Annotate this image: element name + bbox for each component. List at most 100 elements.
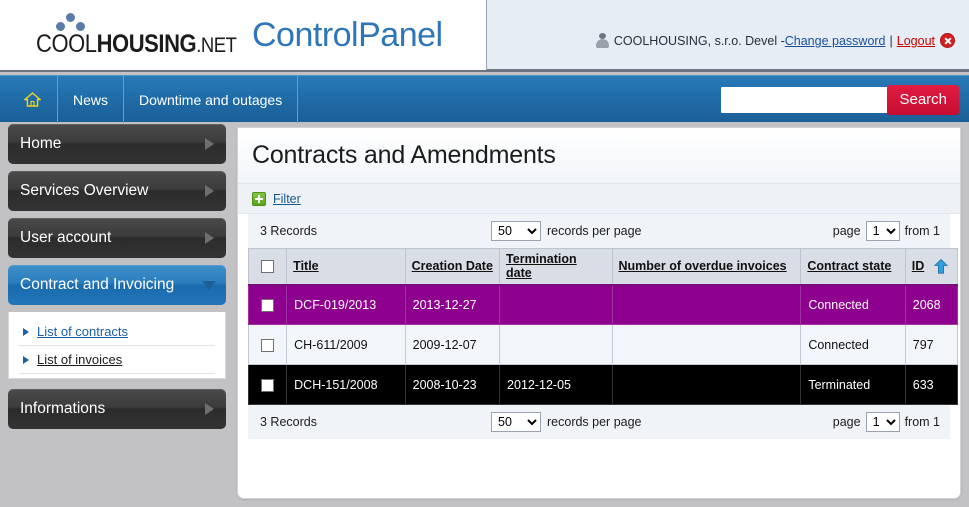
- chevron-right-small-icon: [23, 327, 29, 336]
- records-count-top: 3 Records: [260, 224, 317, 238]
- cell-overdue-invoices: [611, 364, 802, 405]
- home-icon: [24, 92, 41, 107]
- column-header-termination-date[interactable]: Termination date: [499, 248, 613, 286]
- pager-bottom: 3 Records 50 records per page page 1 fro…: [248, 405, 950, 439]
- cell-title: DCH-151/2008: [286, 364, 406, 405]
- cell-contract-state: Connected: [800, 324, 906, 365]
- chevron-right-small-icon: [23, 355, 29, 364]
- content-header: Contracts and Amendments: [238, 128, 960, 184]
- select-all-header[interactable]: [247, 248, 288, 286]
- cell-title: DCF-019/2013: [286, 284, 406, 325]
- table-header-row: Title Creation Date Termination date Num…: [247, 248, 959, 286]
- user-bar-separator: |: [889, 34, 893, 48]
- column-header-contract-state[interactable]: Contract state: [800, 248, 906, 286]
- per-page-group-bottom: 50 records per page: [491, 412, 642, 432]
- records-count-bottom: 3 Records: [260, 415, 317, 429]
- sidebar-item-informations-label: Informations: [20, 400, 106, 417]
- records-per-page-select-top[interactable]: 50: [491, 221, 541, 241]
- cell-termination-date: 2012-12-05: [499, 364, 613, 405]
- column-header-overdue-invoices[interactable]: Number of overdue invoices: [611, 248, 802, 286]
- filter-bar: Filter: [238, 184, 960, 214]
- cell-contract-state: Connected: [800, 284, 906, 325]
- row-select-cell[interactable]: [247, 364, 288, 405]
- sidebar-subitem-list-of-invoices[interactable]: List of invoices: [19, 346, 215, 374]
- cell-id: 633: [904, 364, 959, 405]
- nav-item-home[interactable]: [8, 76, 58, 123]
- app-title: ControlPanel: [252, 16, 443, 54]
- cell-id: 2068: [904, 284, 959, 325]
- column-header-title[interactable]: Title: [286, 248, 406, 286]
- column-header-creation-date[interactable]: Creation Date: [404, 248, 501, 286]
- coolhousing-logo[interactable]: COOLHOUSING.NET: [36, 13, 237, 59]
- table-row[interactable]: DCH-151/2008 2008-10-23 2012-12-05 Termi…: [247, 364, 959, 405]
- table-row[interactable]: DCF-019/2013 2013-12-27 Connected 2068: [247, 284, 959, 325]
- page-select-bottom[interactable]: 1: [865, 412, 900, 432]
- nav-item-news-label: News: [73, 91, 109, 108]
- page-label-top: page: [832, 224, 861, 238]
- user-name: COOLHOUSING, s.r.o. Devel -: [613, 34, 785, 48]
- sidebar-item-user-account-label: User account: [20, 229, 112, 246]
- select-all-checkbox[interactable]: [261, 260, 275, 274]
- search-input[interactable]: [721, 86, 890, 113]
- sort-ascending-icon[interactable]: [933, 258, 948, 274]
- cell-termination-date: [499, 284, 613, 325]
- filter-link[interactable]: Filter: [273, 192, 301, 206]
- sidebar-item-services-overview[interactable]: Services Overview: [8, 171, 226, 211]
- page-title: Contracts and Amendments: [252, 141, 556, 169]
- page-group-bottom: page 1 from 1: [833, 412, 940, 432]
- logo-net: .NET: [196, 34, 237, 57]
- chevron-down-icon: [202, 281, 216, 290]
- sidebar-item-contract-label: Contract and Invoicing: [20, 276, 175, 293]
- sidebar-submenu: List of contracts List of invoices: [8, 312, 226, 379]
- row-checkbox[interactable]: [261, 338, 275, 352]
- chevron-right-icon: [205, 403, 214, 415]
- logout-link[interactable]: Logout: [897, 34, 935, 48]
- column-header-id[interactable]: ID: [904, 248, 959, 286]
- nav-item-news[interactable]: News: [58, 76, 125, 123]
- search-area: Search: [721, 76, 959, 123]
- search-button[interactable]: Search: [887, 84, 959, 115]
- logo-panel: COOLHOUSING.NET ControlPanel: [0, 0, 487, 70]
- cell-creation-date: 2008-10-23: [404, 364, 501, 405]
- nav-item-downtime-and-outages[interactable]: Downtime and outages: [124, 76, 299, 123]
- page-from-top: from 1: [904, 224, 940, 238]
- cell-overdue-invoices: [611, 284, 802, 325]
- row-checkbox[interactable]: [261, 378, 275, 392]
- sidebar-item-services-label: Services Overview: [20, 182, 149, 199]
- cell-creation-date: 2009-12-07: [404, 324, 501, 365]
- page-from-bottom: from 1: [904, 415, 940, 429]
- table-row[interactable]: CH-611/2009 2009-12-07 Connected 797: [247, 324, 959, 365]
- sidebar-subitem-invoices-label[interactable]: List of invoices: [37, 352, 122, 367]
- sidebar-subitem-contracts-label[interactable]: List of contracts: [37, 324, 128, 339]
- sidebar-item-contract-and-invoicing[interactable]: Contract and Invoicing: [8, 265, 226, 305]
- cell-id: 797: [904, 324, 959, 365]
- chevron-right-icon: [205, 138, 214, 150]
- row-checkbox[interactable]: [261, 298, 275, 312]
- sidebar-item-home[interactable]: Home: [8, 124, 226, 164]
- sidebar-item-informations[interactable]: Informations: [8, 389, 226, 429]
- contracts-table: Title Creation Date Termination date Num…: [247, 248, 959, 405]
- page-select-top[interactable]: 1: [865, 221, 900, 241]
- logo-wordmark: COOLHOUSING.NET: [36, 31, 237, 59]
- cell-termination-date: [499, 324, 613, 365]
- per-page-group-top: 50 records per page: [491, 221, 642, 241]
- sidebar-item-home-label: Home: [20, 135, 62, 152]
- sidebar: Home Services Overview User account Cont…: [0, 124, 234, 436]
- cell-contract-state: Terminated: [800, 364, 906, 405]
- page-label-bottom: page: [832, 415, 861, 429]
- user-bar: COOLHOUSING, s.r.o. Devel -Change passwo…: [595, 33, 955, 48]
- navbar-items: News Downtime and outages: [8, 76, 299, 123]
- row-select-cell[interactable]: [247, 284, 288, 325]
- change-password-link[interactable]: Change password: [785, 34, 886, 48]
- logout-close-icon[interactable]: [940, 33, 955, 48]
- page-group-top: page 1 from 1: [833, 221, 940, 241]
- nav-item-downtime-label: Downtime and outages: [139, 91, 283, 108]
- user-avatar-icon: [595, 33, 609, 48]
- sidebar-subitem-list-of-contracts[interactable]: List of contracts: [19, 318, 215, 346]
- row-select-cell[interactable]: [247, 324, 288, 365]
- records-per-page-select-bottom[interactable]: 50: [491, 412, 541, 432]
- table-body: DCF-019/2013 2013-12-27 Connected 2068 C…: [247, 284, 959, 405]
- plus-icon[interactable]: [252, 191, 266, 206]
- sidebar-item-user-account[interactable]: User account: [8, 218, 226, 258]
- page-root: COOLHOUSING.NET ControlPanel COOLHOUSING…: [0, 0, 969, 507]
